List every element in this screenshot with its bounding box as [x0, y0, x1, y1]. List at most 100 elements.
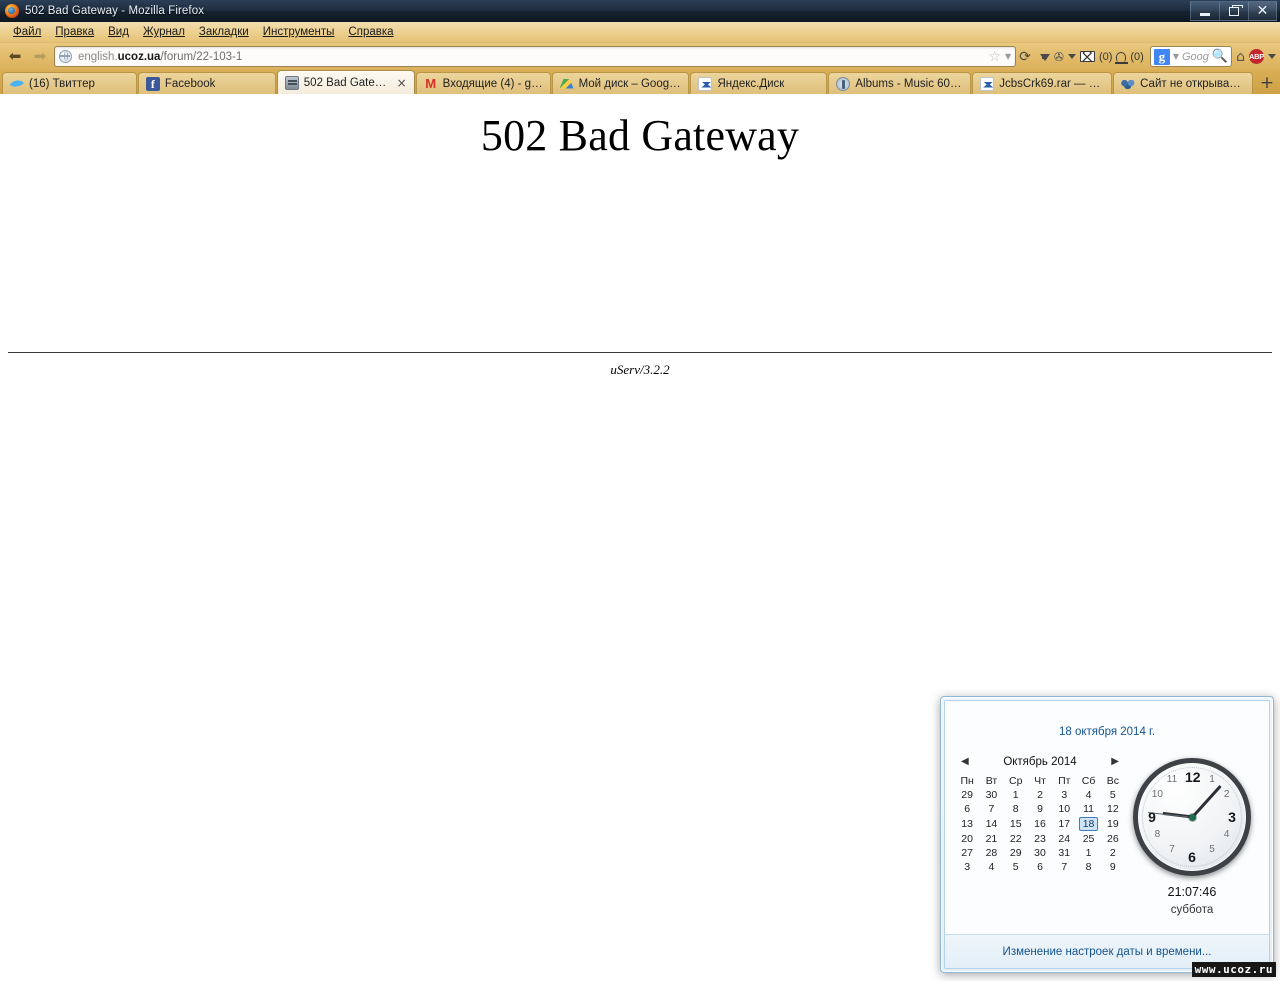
calendar-day-today[interactable]: 18	[1076, 816, 1100, 832]
reload-icon[interactable]: ⟳	[1019, 50, 1031, 64]
close-button[interactable]: ✕	[1248, 1, 1277, 21]
star-icon[interactable]: ☆	[988, 50, 1001, 64]
page-title: 502 Bad Gateway	[480, 111, 800, 160]
calendar-day[interactable]: 5	[1101, 788, 1125, 802]
abp-icon[interactable]: ABP	[1249, 49, 1264, 64]
clock-hour-hand	[1162, 811, 1193, 819]
tab-gmail-inbox[interactable]: M Входящие (4) - grav...	[415, 72, 551, 94]
menu-item-edit[interactable]: Правка	[48, 24, 101, 40]
calendar-day[interactable]: 10	[1052, 802, 1076, 816]
calendar-day[interactable]: 29	[1004, 846, 1028, 860]
calendar-month-label[interactable]: Октябрь 2014	[1003, 756, 1076, 768]
calendar-day[interactable]: 7	[1052, 860, 1076, 874]
calendar-day[interactable]: 6	[955, 802, 979, 816]
calendar-day[interactable]: 31	[1052, 846, 1076, 860]
download-arrow-icon[interactable]	[1039, 54, 1050, 61]
magnifier-icon[interactable]: 🔍	[1212, 49, 1228, 64]
tab-google-drive[interactable]: Мой диск – Google...	[551, 72, 690, 94]
change-datetime-settings-link[interactable]: Изменение настроек даты и времени...	[1003, 946, 1212, 958]
calendar-day[interactable]: 2	[1101, 846, 1125, 860]
tab-site-not-opening[interactable]: Сайт не открывает...	[1113, 72, 1254, 94]
calendar-day[interactable]: 17	[1052, 816, 1076, 832]
calendar-day[interactable]: 23	[1028, 832, 1052, 846]
new-tab-button[interactable]: +	[1254, 72, 1280, 94]
clock-numeral-4: 4	[1223, 829, 1230, 840]
menu-item-history[interactable]: Журнал	[136, 24, 192, 40]
forward-arrow-icon[interactable]: ➡	[29, 46, 51, 68]
chevron-down-icon[interactable]: ▼	[1005, 52, 1011, 61]
menu-item-bookmarks[interactable]: Закладки	[192, 24, 256, 40]
calendar-day[interactable]: 8	[1004, 802, 1028, 816]
calendar-day[interactable]: 16	[1028, 816, 1052, 832]
calendar-day[interactable]: 4	[979, 860, 1003, 874]
menu-item-help[interactable]: Справка	[341, 24, 400, 40]
chevron-down-icon[interactable]	[1067, 54, 1076, 59]
calendar-day[interactable]: 15	[1004, 816, 1028, 832]
chevron-down-icon[interactable]	[1268, 54, 1276, 59]
url-text: english.ucoz.ua/forum/22-103-1	[78, 51, 242, 63]
tab-jcbscrk-rar[interactable]: JcbsCrk69.rar — Ян...	[972, 72, 1113, 94]
bell-icon[interactable]	[1115, 51, 1129, 64]
tab-twitter[interactable]: (16) Твиттер	[2, 72, 137, 94]
calendar-day[interactable]: 19	[1101, 816, 1125, 832]
calendar-day[interactable]: 8	[1076, 860, 1100, 874]
menu-item-tools-label: Инструменты	[262, 26, 335, 38]
next-month-button[interactable]: ▶	[1111, 757, 1119, 767]
prev-month-button[interactable]: ◀	[961, 757, 969, 767]
calendar-day[interactable]: 28	[979, 846, 1003, 860]
search-box[interactable]: g ▼ Goog 🔍	[1149, 46, 1233, 67]
calendar-day[interactable]: 5	[1004, 860, 1028, 874]
mail-count: (0)	[1098, 50, 1113, 63]
url-bar[interactable]: english.ucoz.ua/forum/22-103-1 ☆ ▼	[54, 46, 1017, 67]
calendar-day[interactable]: 27	[955, 846, 979, 860]
tab-502-bad-gateway[interactable]: 502 Bad Gateway ×	[276, 70, 415, 94]
calendar-day[interactable]: 2	[1028, 788, 1052, 802]
back-arrow-icon[interactable]: ⬅	[4, 46, 26, 68]
calendar-day[interactable]: 11	[1076, 802, 1100, 816]
restore-button[interactable]	[1219, 1, 1248, 21]
calendar-day[interactable]: 9	[1028, 802, 1052, 816]
firefox-logo-icon	[5, 4, 19, 18]
search-input[interactable]: Goog	[1182, 51, 1209, 63]
calendar-day[interactable]: 1	[1004, 788, 1028, 802]
calendar-day[interactable]: 26	[1101, 832, 1125, 846]
calendar-day[interactable]: 3	[955, 860, 979, 874]
calendar-day[interactable]: 1	[1076, 846, 1100, 860]
chevron-down-icon[interactable]: ▼	[1173, 52, 1179, 61]
menu-item-view[interactable]: Вид	[101, 24, 136, 40]
plugin-icon[interactable]: ✇	[1054, 50, 1064, 64]
calendar-day[interactable]: 30	[1028, 846, 1052, 860]
watermark: www.ucoz.ru	[1191, 962, 1276, 977]
tab-close-icon[interactable]: ×	[397, 77, 407, 89]
tab-facebook[interactable]: f Facebook	[137, 72, 276, 94]
url-prefix: english.	[78, 50, 118, 63]
menu-item-tools[interactable]: Инструменты	[256, 24, 342, 40]
calendar-week-row: 3456789	[955, 860, 1125, 874]
calendar-day[interactable]: 20	[955, 832, 979, 846]
calendar-day[interactable]: 4	[1076, 788, 1100, 802]
calendar-day[interactable]: 22	[1004, 832, 1028, 846]
minimize-button[interactable]	[1190, 1, 1219, 21]
calendar-day[interactable]: 29	[955, 788, 979, 802]
calendar-day[interactable]: 3	[1052, 788, 1076, 802]
menu-item-help-label: Справка	[348, 26, 394, 38]
calendar-day[interactable]: 24	[1052, 832, 1076, 846]
calendar-day[interactable]: 9	[1101, 860, 1125, 874]
calendar-day[interactable]: 30	[979, 788, 1003, 802]
calendar-day[interactable]: 13	[955, 816, 979, 832]
tab-yandex-disk[interactable]: Яндекс.Диск	[690, 72, 828, 94]
mail-icon[interactable]	[1079, 51, 1095, 62]
window-title: 502 Bad Gateway - Mozilla Firefox	[25, 5, 205, 17]
calendar-day[interactable]: 7	[979, 802, 1003, 816]
calendar-day[interactable]: 6	[1028, 860, 1052, 874]
home-icon[interactable]: ⌂	[1236, 49, 1245, 65]
google-g-icon[interactable]: g	[1153, 48, 1170, 65]
calendar-day[interactable]: 12	[1101, 802, 1125, 816]
tab-albums-music[interactable]: Albums - Music 60-70	[828, 72, 972, 94]
calendar-day[interactable]: 21	[979, 832, 1003, 846]
clock-calendar-flyout: 18 октября 2014 г. ◀ Октябрь 2014 ▶ Пн В…	[940, 696, 1274, 973]
calendar-day[interactable]: 14	[979, 816, 1003, 832]
calendar-day[interactable]: 25	[1076, 832, 1100, 846]
menu-item-file[interactable]: Файл	[6, 24, 48, 40]
gdrive-icon	[560, 77, 574, 91]
